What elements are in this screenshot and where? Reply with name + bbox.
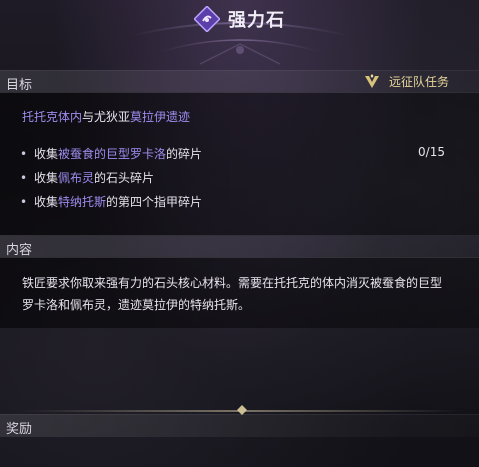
quest-type: 远征队任务 <box>363 73 449 90</box>
content-header-label: 内容 <box>6 243 33 258</box>
content-header: 内容 <box>0 235 479 258</box>
objective-connector: 与尤狄亚 <box>82 110 131 124</box>
bullet: • <box>20 195 28 209</box>
objective-location-a: 托托克体内 <box>22 110 83 124</box>
quest-type-label: 远征队任务 <box>388 75 449 89</box>
reward-header-label: 奖励 <box>6 422 33 437</box>
content-text: 铁匠要求你取来强有力的石头核心材料。需要在托托克的体内消灭被蚕食的巨型罗卡洛和佩… <box>22 276 443 312</box>
task-verb: 收集 <box>34 147 59 161</box>
task-item: • 收集特纳托斯的第四个指甲碎片 <box>20 193 202 210</box>
task-target: 佩布灵 <box>58 171 95 185</box>
task-item: • 收集被蚕食的巨型罗卡洛的碎片 <box>20 145 202 162</box>
objective-location-b: 莫拉伊遗迹 <box>130 110 191 124</box>
objective-header: 目标 远征队任务 <box>0 70 479 93</box>
task-verb: 收集 <box>34 171 59 185</box>
task-progress: 0/15 <box>418 145 445 159</box>
objective-title: 托托克体内与尤狄亚莫拉伊遗迹 <box>22 108 190 125</box>
task-target: 特纳托斯 <box>58 195 107 209</box>
bullet: • <box>20 171 28 185</box>
task-target: 被蚕食的巨型罗卡洛 <box>58 147 167 161</box>
task-item: • 收集佩布灵的石头碎片 <box>20 169 154 186</box>
task-object: 的石头碎片 <box>94 171 155 185</box>
objective-header-label: 目标 <box>6 78 33 93</box>
bullet: • <box>20 147 28 161</box>
task-verb: 收集 <box>34 195 59 209</box>
quest-scroll-icon <box>194 6 220 32</box>
task-object: 的第四个指甲碎片 <box>106 195 203 209</box>
task-object: 的碎片 <box>166 147 203 161</box>
window-title: 强力石 <box>228 10 285 31</box>
reward-header: 奖励 <box>0 414 479 437</box>
expedition-crest-icon <box>364 73 379 88</box>
window-title-bar: 强力石 <box>0 4 479 34</box>
